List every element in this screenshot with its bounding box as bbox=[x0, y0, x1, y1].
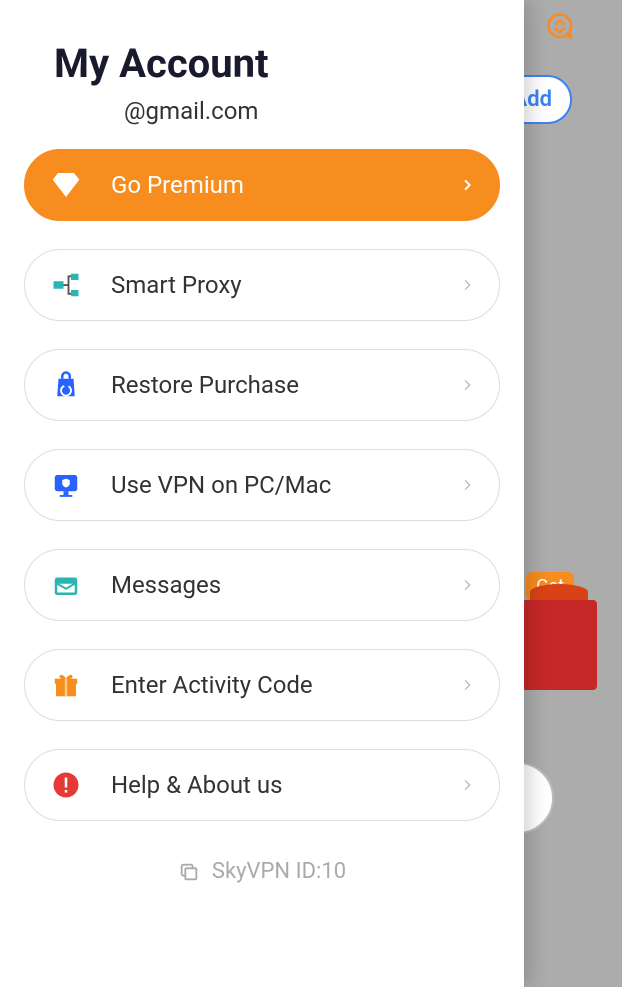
chevron-right-icon bbox=[459, 777, 475, 793]
menu-label-activity-code: Enter Activity Code bbox=[111, 671, 459, 699]
menu-label-vpn-pc: Use VPN on PC/Mac bbox=[111, 471, 459, 499]
account-email-row[interactable]: @gmail.com bbox=[24, 97, 500, 125]
skyvpn-id-text: SkyVPN ID:10 bbox=[212, 859, 346, 884]
skyvpn-id-row[interactable]: SkyVPN ID:10 bbox=[24, 859, 500, 884]
account-drawer: My Account @gmail.com Go Premium Smart P… bbox=[0, 0, 524, 987]
swap-icon bbox=[546, 12, 576, 42]
help-about-button[interactable]: Help & About us bbox=[24, 749, 500, 821]
chevron-right-icon bbox=[459, 577, 475, 593]
chevron-right-icon bbox=[459, 377, 475, 393]
copy-icon bbox=[178, 861, 200, 883]
alert-icon bbox=[49, 768, 83, 802]
page-title: My Account bbox=[54, 40, 500, 87]
gift-icon bbox=[522, 600, 597, 690]
chevron-right-icon bbox=[459, 677, 475, 693]
monitor-shield-icon bbox=[49, 468, 83, 502]
restore-purchase-button[interactable]: Restore Purchase bbox=[24, 349, 500, 421]
messages-button[interactable]: Messages bbox=[24, 549, 500, 621]
shopping-bag-icon bbox=[49, 368, 83, 402]
smart-proxy-button[interactable]: Smart Proxy bbox=[24, 249, 500, 321]
gift-icon bbox=[49, 668, 83, 702]
menu-label-proxy: Smart Proxy bbox=[111, 271, 459, 299]
menu-label-restore: Restore Purchase bbox=[111, 371, 459, 399]
go-premium-button[interactable]: Go Premium bbox=[24, 149, 500, 221]
chevron-right-icon bbox=[459, 477, 475, 493]
chevron-right-icon bbox=[459, 277, 475, 293]
menu-label-help: Help & About us bbox=[111, 771, 459, 799]
enter-activity-code-button[interactable]: Enter Activity Code bbox=[24, 649, 500, 721]
diamond-icon bbox=[49, 168, 83, 202]
menu-label-messages: Messages bbox=[111, 571, 459, 599]
chevron-right-icon bbox=[459, 177, 475, 193]
account-email: @gmail.com bbox=[124, 97, 258, 125]
menu-label-premium: Go Premium bbox=[111, 171, 459, 199]
use-vpn-pc-mac-button[interactable]: Use VPN on PC/Mac bbox=[24, 449, 500, 521]
envelope-icon bbox=[49, 568, 83, 602]
proxy-icon bbox=[49, 268, 83, 302]
